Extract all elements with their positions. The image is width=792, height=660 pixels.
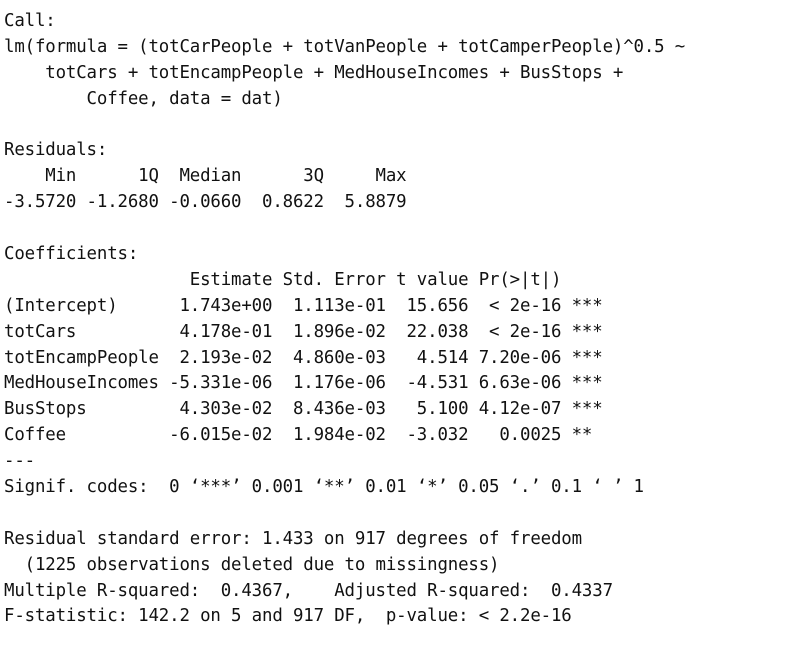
missingness-note: (1225 observations deleted due to missin…	[4, 554, 500, 575]
coefficient-row: Coffee -6.015e-02 1.984e-02 -3.032 0.002…	[4, 425, 603, 446]
call-formula-line-1: lm(formula = (totCarPeople + totVanPeopl…	[4, 36, 686, 57]
coefficient-row: BusStops 4.303e-02 8.436e-03 5.100 4.12e…	[4, 399, 603, 420]
coefficient-row: totEncampPeople 2.193e-02 4.860e-03 4.51…	[4, 347, 603, 368]
signif-codes: Signif. codes: 0 ‘***’ 0.001 ‘**’ 0.01 ‘…	[4, 477, 644, 498]
call-formula-line-3: Coffee, data = dat)	[4, 88, 283, 109]
coefficient-row: totCars 4.178e-01 1.896e-02 22.038 < 2e-…	[4, 321, 603, 342]
coefficients-column-header: Estimate Std. Error t value Pr(>|t|)	[4, 269, 603, 290]
call-formula-line-2: totCars + totEncampPeople + MedHouseInco…	[4, 62, 624, 83]
coefficients-header: Coefficients:	[4, 244, 139, 265]
f-statistic-line: F-statistic: 142.2 on 5 and 917 DF, p-va…	[4, 606, 572, 627]
residuals-labels-row: Min 1Q Median 3Q Max	[4, 166, 417, 187]
residuals-values-row: -3.5720 -1.2680 -0.0660 0.8622 5.8879	[4, 192, 417, 213]
separator: ---	[4, 451, 35, 472]
residuals-header: Residuals:	[4, 140, 108, 161]
r-squared-line: Multiple R-squared: 0.4367, Adjusted R-s…	[4, 580, 624, 601]
coefficient-row: MedHouseIncomes -5.331e-06 1.176e-06 -4.…	[4, 373, 603, 394]
coefficient-row: (Intercept) 1.743e+00 1.113e-01 15.656 <…	[4, 295, 603, 316]
call-header: Call:	[4, 11, 56, 31]
r-console-output: Call: lm(formula = (totCarPeople + totVa…	[4, 9, 788, 630]
residual-standard-error: Residual standard error: 1.433 on 917 de…	[4, 528, 582, 549]
